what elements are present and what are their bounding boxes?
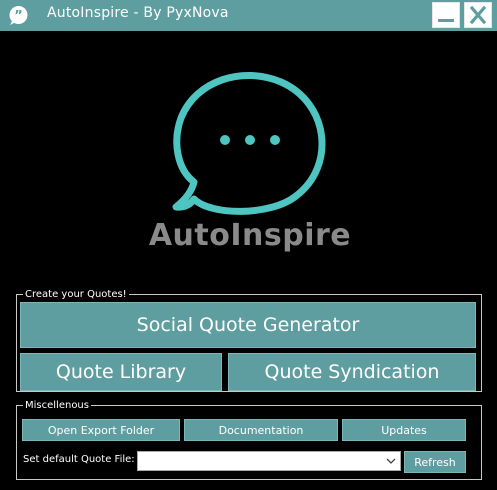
- chevron-down-icon: [386, 458, 396, 464]
- speech-quote-icon: ”: [9, 6, 28, 25]
- default-quote-file-select[interactable]: [137, 451, 401, 471]
- default-quote-file-label: Set default Quote File:: [23, 454, 135, 465]
- close-button[interactable]: [464, 2, 492, 28]
- refresh-button[interactable]: Refresh: [404, 451, 466, 473]
- minimize-button[interactable]: [432, 2, 460, 28]
- main-window: ” AutoInspire - By PyxNova AutoInspire C…: [0, 0, 497, 490]
- svg-text:”: ”: [14, 9, 23, 24]
- title-bar[interactable]: ” AutoInspire - By PyxNova: [0, 0, 497, 31]
- quote-library-button[interactable]: Quote Library: [20, 353, 222, 391]
- chat-bubble-icon: [172, 72, 326, 215]
- window-title: AutoInspire - By PyxNova: [47, 5, 229, 21]
- social-quote-generator-button[interactable]: Social Quote Generator: [20, 302, 476, 348]
- updates-button[interactable]: Updates: [342, 419, 466, 441]
- minimize-icon: [438, 19, 454, 22]
- miscellaneous-legend: Miscellenous: [25, 400, 89, 411]
- documentation-button[interactable]: Documentation: [184, 419, 338, 441]
- close-icon: [469, 5, 487, 25]
- create-quotes-legend: Create your Quotes!: [25, 289, 127, 300]
- brand-name: AutoInspire: [148, 218, 352, 253]
- open-export-folder-button[interactable]: Open Export Folder: [22, 419, 180, 441]
- quote-syndication-button[interactable]: Quote Syndication: [228, 353, 476, 391]
